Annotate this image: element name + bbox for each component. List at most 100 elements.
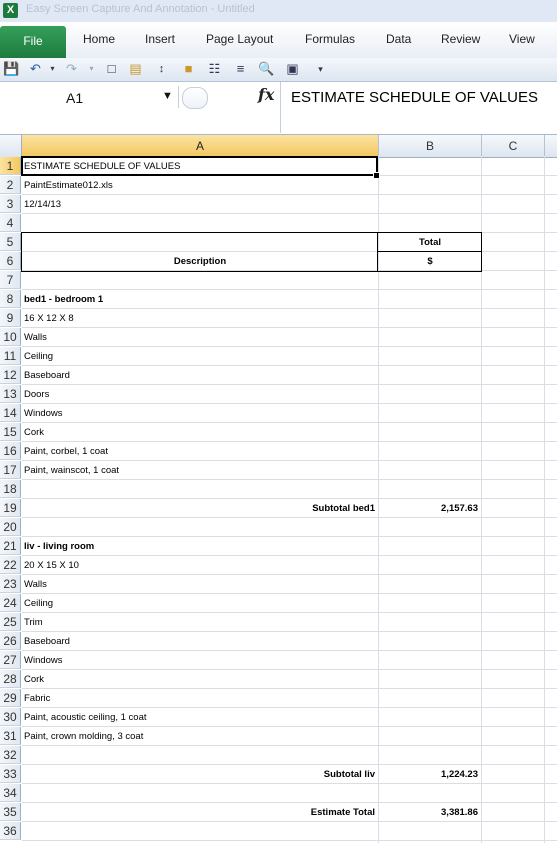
cell-a21[interactable]: liv - living room (24, 537, 376, 556)
select-all-corner[interactable] (0, 135, 22, 156)
row-header-33[interactable]: 33 (0, 765, 21, 783)
cell-b33[interactable]: 1,224.23 (379, 765, 478, 784)
row-header-36[interactable]: 36 (0, 822, 21, 840)
cell-b10[interactable] (379, 328, 478, 347)
cell-a34[interactable] (24, 784, 376, 803)
excel-app-icon[interactable]: X (3, 3, 18, 18)
row-header-13[interactable]: 13 (0, 385, 21, 403)
row-header-16[interactable]: 16 (0, 442, 21, 460)
options-icon[interactable]: ▣ (284, 61, 301, 77)
cell-b7[interactable] (379, 271, 478, 290)
new-icon[interactable]: □ (103, 61, 120, 77)
customize-dropdown-icon[interactable]: ▾ (312, 61, 329, 77)
cell-a8[interactable]: bed1 - bedroom 1 (24, 290, 376, 309)
cell-b34[interactable] (379, 784, 478, 803)
outline-icon[interactable]: ≡ (232, 61, 249, 77)
tab-insert[interactable]: Insert (145, 32, 175, 46)
cell-a32[interactable] (24, 746, 376, 765)
cell-b11[interactable] (379, 347, 478, 366)
column-header-d[interactable] (545, 135, 557, 156)
row-header-20[interactable]: 20 (0, 518, 21, 536)
row-header-18[interactable]: 18 (0, 480, 21, 498)
tab-formulas[interactable]: Formulas (305, 32, 355, 46)
cell-a17[interactable]: Paint, wainscot, 1 coat (24, 461, 376, 480)
row-header-25[interactable]: 25 (0, 613, 21, 631)
cell-b3[interactable] (379, 195, 478, 214)
cell-a28[interactable]: Cork (24, 670, 376, 689)
row-header-8[interactable]: 8 (0, 290, 21, 308)
row-header-34[interactable]: 34 (0, 784, 21, 802)
row-header-27[interactable]: 27 (0, 651, 21, 669)
cell-a22[interactable]: 20 X 15 X 10 (24, 556, 376, 575)
cell-a3[interactable]: 12/14/13 (24, 195, 376, 214)
cell-a9[interactable]: 16 X 12 X 8 (24, 309, 376, 328)
cell-b22[interactable] (379, 556, 478, 575)
row-header-9[interactable]: 9 (0, 309, 21, 327)
tab-data[interactable]: Data (386, 32, 411, 46)
undo-icon[interactable]: ↶ (27, 61, 44, 77)
redo-icon[interactable]: ↷ (63, 61, 80, 77)
cell-b32[interactable] (379, 746, 478, 765)
cell-a27[interactable]: Windows (24, 651, 376, 670)
cell-b15[interactable] (379, 423, 478, 442)
fill-handle[interactable] (373, 172, 380, 179)
name-box[interactable]: A1 ▼ (0, 86, 179, 108)
open-icon[interactable]: ▤ (127, 61, 144, 77)
cell-b27[interactable] (379, 651, 478, 670)
row-header-31[interactable]: 31 (0, 727, 21, 745)
cell-a11[interactable]: Ceiling (24, 347, 376, 366)
cell-b1[interactable] (379, 157, 478, 176)
save-icon[interactable]: 💾 (3, 61, 20, 77)
row-header-1[interactable]: 1 (0, 157, 21, 175)
formula-input[interactable]: ESTIMATE SCHEDULE OF VALUES (280, 82, 557, 133)
cell-b19[interactable]: 2,157.63 (379, 499, 478, 518)
row-header-3[interactable]: 3 (0, 195, 21, 213)
cell-b31[interactable] (379, 727, 478, 746)
cell-a10[interactable]: Walls (24, 328, 376, 347)
column-header-c[interactable]: C (482, 135, 545, 156)
cell-a23[interactable]: Walls (24, 575, 376, 594)
cell-a30[interactable]: Paint, acoustic ceiling, 1 coat (24, 708, 376, 727)
tab-page-layout[interactable]: Page Layout (206, 32, 273, 46)
row-header-23[interactable]: 23 (0, 575, 21, 593)
cell-a2[interactable]: PaintEstimate012.xls (24, 176, 376, 195)
cell-a16[interactable]: Paint, corbel, 1 coat (24, 442, 376, 461)
cell-b8[interactable] (379, 290, 478, 309)
row-header-6[interactable]: 6 (0, 252, 21, 270)
cell-a20[interactable] (24, 518, 376, 537)
tab-home[interactable]: Home (83, 32, 115, 46)
column-header-b[interactable]: B (379, 135, 482, 156)
cell-a26[interactable]: Baseboard (24, 632, 376, 651)
cell-b28[interactable] (379, 670, 478, 689)
cell-b20[interactable] (379, 518, 478, 537)
row-header-29[interactable]: 29 (0, 689, 21, 707)
cell-a31[interactable]: Paint, crown molding, 3 coat (24, 727, 376, 746)
row-header-26[interactable]: 26 (0, 632, 21, 650)
cell-b36[interactable] (379, 822, 478, 841)
worksheet-grid[interactable]: A B C 1 ESTIMATE SCHEDULE OF VALUES 2 Paint… (0, 135, 557, 843)
cell-b2[interactable] (379, 176, 478, 195)
sort-icon[interactable]: ↕ (153, 61, 170, 77)
cell-a25[interactable]: Trim (24, 613, 376, 632)
row-header-17[interactable]: 17 (0, 461, 21, 479)
undo-dropdown-icon[interactable]: ▾ (44, 61, 61, 77)
cell-b13[interactable] (379, 385, 478, 404)
cell-b9[interactable] (379, 309, 478, 328)
row-header-22[interactable]: 22 (0, 556, 21, 574)
insert-function-icon[interactable]: fx (258, 85, 274, 104)
cell-b16[interactable] (379, 442, 478, 461)
row-header-5[interactable]: 5 (0, 233, 21, 251)
row-header-7[interactable]: 7 (0, 271, 21, 289)
column-header-a[interactable]: A (22, 135, 379, 156)
cell-b18[interactable] (379, 480, 478, 499)
tab-review[interactable]: Review (441, 32, 480, 46)
cell-a18[interactable] (24, 480, 376, 499)
cell-a12[interactable]: Baseboard (24, 366, 376, 385)
find-icon[interactable]: ☷ (206, 61, 223, 77)
cell-b4[interactable] (379, 214, 478, 233)
row-header-10[interactable]: 10 (0, 328, 21, 346)
cell-b24[interactable] (379, 594, 478, 613)
formula-bar-splitter[interactable] (182, 87, 208, 109)
row-header-14[interactable]: 14 (0, 404, 21, 422)
row-header-21[interactable]: 21 (0, 537, 21, 555)
